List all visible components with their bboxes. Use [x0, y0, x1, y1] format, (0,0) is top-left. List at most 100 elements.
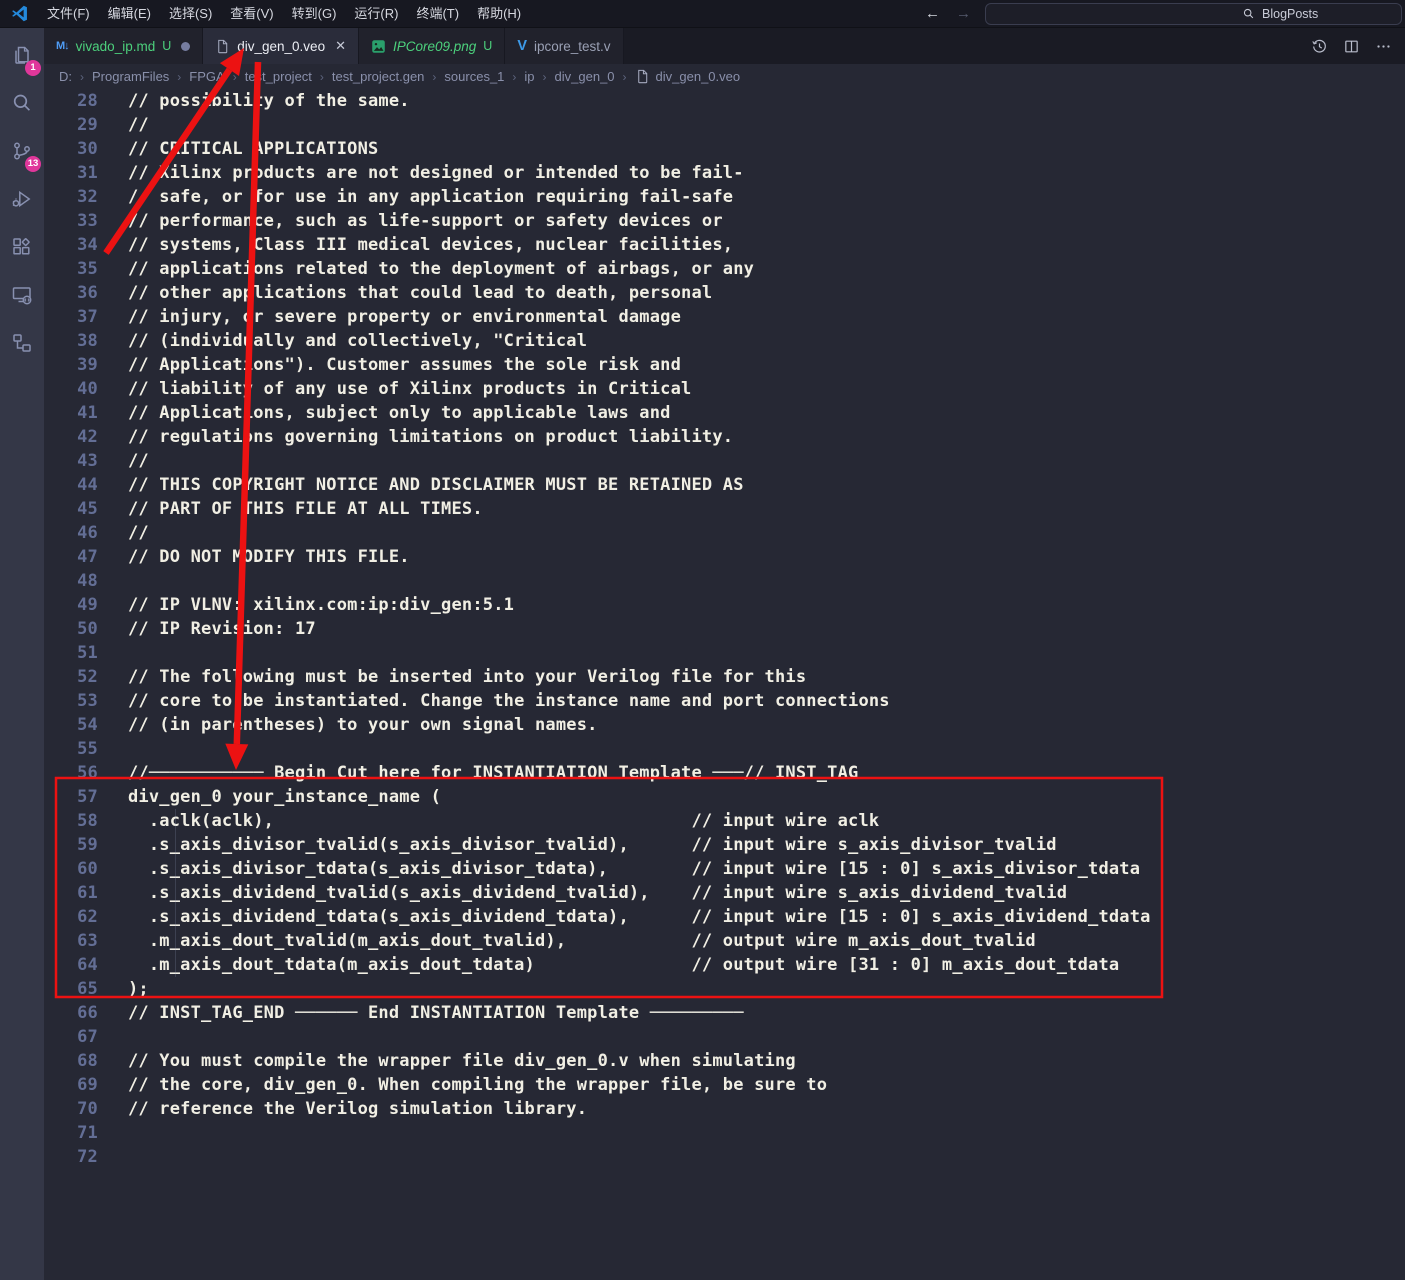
activitybar-item-remote-explorer[interactable] [0, 273, 44, 321]
code-line[interactable]: 66// INST_TAG_END ────── End INSTANTIATI… [44, 1001, 1405, 1025]
tab-ipcore_test.v[interactable]: Vipcore_test.v [505, 28, 623, 64]
activitybar-item-structure[interactable] [0, 321, 44, 369]
split-editor-icon[interactable] [1343, 38, 1360, 55]
code-line[interactable]: 59 .s_axis_divisor_tvalid(s_axis_divisor… [44, 833, 1405, 857]
debug-icon [10, 187, 34, 216]
activitybar-item-search[interactable] [0, 81, 44, 129]
code-line[interactable]: 63 .m_axis_dout_tvalid(m_axis_dout_tvali… [44, 929, 1405, 953]
code-line[interactable]: 31// Xilinx products are not designed or… [44, 161, 1405, 185]
code-line[interactable]: 45// PART OF THIS FILE AT ALL TIMES. [44, 497, 1405, 521]
activitybar-item-explorer[interactable]: 1 [0, 33, 44, 81]
more-actions-icon[interactable] [1375, 38, 1392, 55]
code-line[interactable]: 53// core to be instantiated. Change the… [44, 689, 1405, 713]
line-text: // [128, 521, 149, 545]
line-number: 54 [44, 713, 98, 737]
nav-forward-button[interactable]: → [956, 5, 971, 22]
code-line[interactable]: 49// IP VLNV: xilinx.com:ip:div_gen:5.1 [44, 593, 1405, 617]
menu-item-3[interactable]: 查看(V) [221, 0, 282, 27]
breadcrumb-segment-0[interactable]: D: [59, 69, 72, 84]
menu-item-4[interactable]: 转到(G) [283, 0, 346, 27]
code-line[interactable]: 39// Applications"). Customer assumes th… [44, 353, 1405, 377]
code-line[interactable]: 41// Applications, subject only to appli… [44, 401, 1405, 425]
file-icon [215, 39, 230, 54]
code-line[interactable]: 43// [44, 449, 1405, 473]
code-line[interactable]: 40// liability of any use of Xilinx prod… [44, 377, 1405, 401]
activitybar-item-extensions[interactable] [0, 225, 44, 273]
titlebar: 文件(F)编辑(E)选择(S)查看(V)转到(G)运行(R)终端(T)帮助(H)… [0, 0, 1405, 28]
menu-item-1[interactable]: 编辑(E) [99, 0, 160, 27]
vscode-logo[interactable] [0, 4, 38, 23]
breadcrumb-segment-4[interactable]: test_project.gen [332, 69, 425, 84]
code-line[interactable]: 70// reference the Verilog simulation li… [44, 1097, 1405, 1121]
code-line[interactable]: 60 .s_axis_divisor_tdata(s_axis_divisor_… [44, 857, 1405, 881]
nav-arrows: ← → [925, 5, 985, 22]
nav-back-button[interactable]: ← [925, 5, 940, 22]
menu-item-6[interactable]: 终端(T) [407, 0, 468, 27]
code-line[interactable]: 36// other applications that could lead … [44, 281, 1405, 305]
code-line[interactable]: 50// IP Revision: 17 [44, 617, 1405, 641]
code-line[interactable]: 37// injury, or severe property or envir… [44, 305, 1405, 329]
code-line[interactable]: 65); [44, 977, 1405, 1001]
breadcrumb-segment-1[interactable]: ProgramFiles [92, 69, 169, 84]
code-line[interactable]: 51 [44, 641, 1405, 665]
code-line[interactable]: 72 [44, 1145, 1405, 1169]
tab-div_gen_0.veo[interactable]: div_gen_0.veo✕ [203, 28, 359, 64]
code-line[interactable]: 35// applications related to the deploym… [44, 257, 1405, 281]
breadcrumb-segment-3[interactable]: test_project [245, 69, 312, 84]
tab-vivado_ip.md[interactable]: M↓vivado_ip.mdU [44, 28, 203, 64]
breadcrumb-segment-6[interactable]: ip [524, 69, 534, 84]
code-line[interactable]: 62 .s_axis_dividend_tdata(s_axis_dividen… [44, 905, 1405, 929]
line-number: 55 [44, 737, 98, 761]
breadcrumb-segment-2[interactable]: FPGA [189, 69, 224, 84]
code-line[interactable]: 42// regulations governing limitations o… [44, 425, 1405, 449]
code-line[interactable]: 47// DO NOT MODIFY THIS FILE. [44, 545, 1405, 569]
menu-item-5[interactable]: 运行(R) [345, 0, 407, 27]
close-tab-icon[interactable]: ✕ [335, 38, 346, 54]
code-line[interactable]: 67 [44, 1025, 1405, 1049]
timeline-icon[interactable] [1311, 38, 1328, 55]
code-line[interactable]: 46// [44, 521, 1405, 545]
line-text: .m_axis_dout_tvalid(m_axis_dout_tvalid),… [128, 929, 1036, 953]
code-line[interactable]: 71 [44, 1121, 1405, 1145]
modified-dot-icon[interactable] [181, 42, 190, 51]
code-line[interactable]: 69// the core, div_gen_0. When compiling… [44, 1073, 1405, 1097]
code-line[interactable]: 32// safe, or for use in any application… [44, 185, 1405, 209]
activitybar-item-source-control[interactable]: 13 [0, 129, 44, 177]
code-line[interactable]: 58 .aclk(aclk), // input wire aclk [44, 809, 1405, 833]
line-number: 28 [44, 89, 98, 113]
breadcrumb-segment-5[interactable]: sources_1 [444, 69, 504, 84]
command-center-searchbox[interactable]: BlogPosts [985, 3, 1402, 25]
chevron-right-icon: › [80, 70, 84, 84]
code-line[interactable]: 56//─────────── Begin Cut here for INSTA… [44, 761, 1405, 785]
menu-bar: 文件(F)编辑(E)选择(S)查看(V)转到(G)运行(R)终端(T)帮助(H) [38, 0, 530, 27]
line-text: // core to be instantiated. Change the i… [128, 689, 890, 713]
activitybar-item-run-and-debug[interactable] [0, 177, 44, 225]
breadcrumb-segment-7[interactable]: div_gen_0 [555, 69, 615, 84]
code-line[interactable]: 28// possibility of the same. [44, 89, 1405, 113]
line-number: 51 [44, 641, 98, 665]
menu-item-0[interactable]: 文件(F) [38, 0, 99, 27]
code-line[interactable]: 29// [44, 113, 1405, 137]
code-line[interactable]: 33// performance, such as life-support o… [44, 209, 1405, 233]
breadcrumb-file[interactable]: div_gen_0.veo [635, 69, 741, 84]
code-line[interactable]: 68// You must compile the wrapper file d… [44, 1049, 1405, 1073]
code-editor[interactable]: 28// possibility of the same.29//30// CR… [44, 89, 1405, 1280]
code-line[interactable]: 57div_gen_0 your_instance_name ( [44, 785, 1405, 809]
code-line[interactable]: 38// (individually and collectively, "Cr… [44, 329, 1405, 353]
code-line[interactable]: 64 .m_axis_dout_tdata(m_axis_dout_tdata)… [44, 953, 1405, 977]
code-line[interactable]: 52// The following must be inserted into… [44, 665, 1405, 689]
menu-item-7[interactable]: 帮助(H) [468, 0, 530, 27]
tab-IPCore09.png[interactable]: IPCore09.pngU [359, 28, 505, 64]
code-line[interactable]: 55 [44, 737, 1405, 761]
code-line[interactable]: 44// THIS COPYRIGHT NOTICE AND DISCLAIME… [44, 473, 1405, 497]
code-line[interactable]: 30// CRITICAL APPLICATIONS [44, 137, 1405, 161]
line-number: 68 [44, 1049, 98, 1073]
line-text: // performance, such as life-support or … [128, 209, 723, 233]
code-line[interactable]: 48 [44, 569, 1405, 593]
code-line[interactable]: 61 .s_axis_dividend_tvalid(s_axis_divide… [44, 881, 1405, 905]
menu-item-2[interactable]: 选择(S) [160, 0, 221, 27]
search-content: BlogPosts [1242, 4, 1318, 24]
code-line[interactable]: 34// systems, Class III medical devices,… [44, 233, 1405, 257]
line-text: // CRITICAL APPLICATIONS [128, 137, 378, 161]
code-line[interactable]: 54// (in parentheses) to your own signal… [44, 713, 1405, 737]
